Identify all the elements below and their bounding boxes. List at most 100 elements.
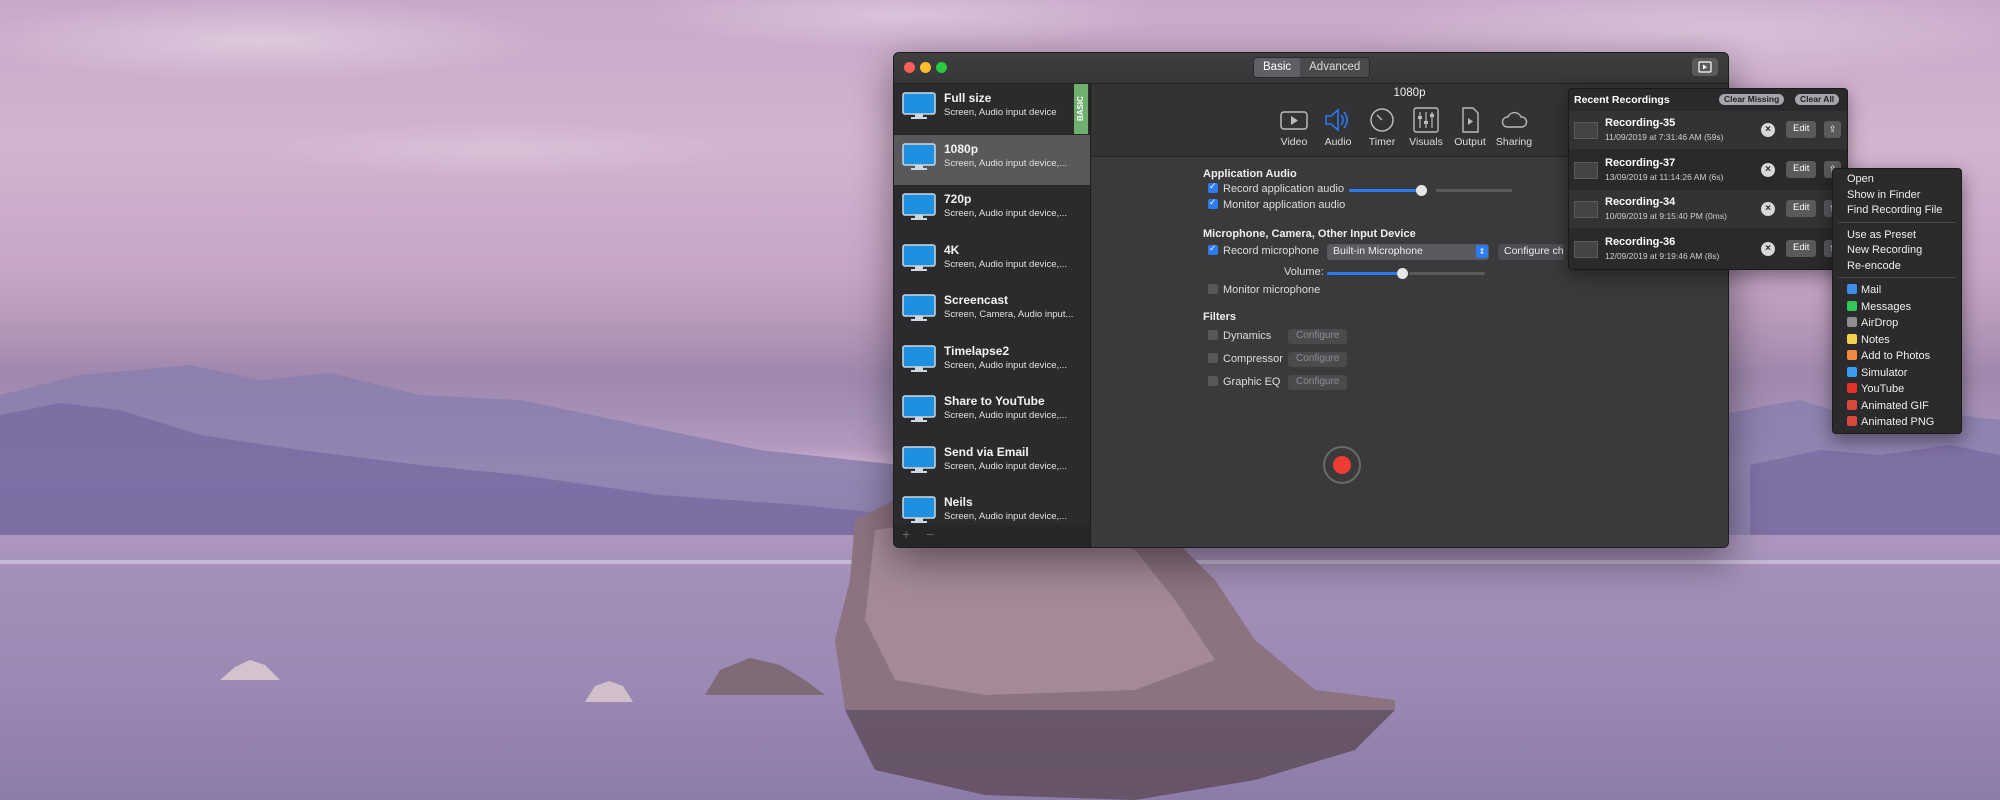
sliders-icon — [1413, 107, 1439, 133]
recent-recordings-popover: Recent Recordings Clear Missing Clear Al… — [1568, 88, 1848, 270]
tab-visuals[interactable]: Visuals — [1404, 107, 1448, 148]
edit-recording-button[interactable]: Edit — [1786, 160, 1817, 178]
configure-graphic-eq-button[interactable]: Configure — [1288, 375, 1348, 390]
preset-title: 4K — [944, 242, 960, 257]
monitor-app-audio-label: Monitor application audio — [1223, 199, 1346, 211]
share-icon[interactable]: ⇪ — [1824, 121, 1841, 138]
context-menu-label: Open — [1847, 173, 1874, 185]
sidebar-footer: + − — [894, 525, 1090, 547]
recording-date: 12/09/2019 at 9:19:46 AM (8s) — [1605, 250, 1720, 261]
tab-timer[interactable]: Timer — [1360, 107, 1404, 148]
record-button[interactable] — [1323, 446, 1361, 484]
context-menu-item[interactable]: Open — [1847, 173, 1874, 185]
segment-advanced[interactable]: Advanced — [1300, 58, 1370, 77]
tab-timer-label: Timer — [1368, 136, 1396, 148]
context-menu-item[interactable]: New Recording — [1847, 244, 1922, 256]
play-window-icon — [1698, 61, 1712, 73]
monitor-microphone-checkbox[interactable]: Monitor microphone — [1208, 284, 1320, 296]
configure-dynamics-button[interactable]: Configure — [1288, 329, 1348, 344]
recent-recording-item[interactable]: Recording-36 12/09/2019 at 9:19:46 AM (8s… — [1569, 230, 1847, 268]
app-audio-level-slider[interactable] — [1349, 185, 1427, 196]
context-menu-label: Show in Finder — [1847, 188, 1921, 201]
preset-item[interactable]: Screencast Screen, Camera, Audio input... — [894, 286, 1090, 336]
recent-recording-item[interactable]: Recording-35 11/09/2019 at 7:31:46 AM (59… — [1569, 111, 1847, 149]
edit-recording-button[interactable]: Edit — [1786, 121, 1817, 138]
recent-recording-item[interactable]: Recording-34 10/09/2019 at 9:15:40 PM (0m… — [1569, 190, 1847, 228]
microphone-device-select[interactable]: Built-in Microphone ⇕ — [1327, 244, 1489, 260]
add-preset-button[interactable]: + — [902, 526, 910, 542]
preset-item[interactable]: Timelapse2 Screen, Audio input device,... — [894, 337, 1090, 387]
context-menu-item[interactable]: Notes — [1847, 333, 1890, 346]
context-menu-item[interactable]: Simulator — [1847, 366, 1908, 379]
context-menu-item[interactable]: Messages — [1847, 300, 1912, 313]
tab-output[interactable]: Output — [1448, 107, 1492, 148]
share-service-icon — [1847, 366, 1857, 377]
preset-item[interactable]: Send via Email Screen, Audio input device… — [894, 438, 1090, 488]
context-menu-item[interactable]: Re-encode — [1847, 260, 1901, 272]
slider-knob[interactable] — [1416, 185, 1427, 196]
configure-compressor-button[interactable]: Configure — [1288, 352, 1348, 367]
delete-recording-icon[interactable]: × — [1761, 202, 1775, 216]
close-button[interactable] — [904, 62, 915, 73]
context-menu-label: Animated PNG — [1861, 416, 1935, 428]
context-menu-item[interactable]: Show in Finder — [1847, 189, 1920, 201]
recent-recording-item[interactable]: Recording-37 13/09/2019 at 11:14:26 AM (6… — [1569, 151, 1847, 189]
tab-sharing[interactable]: Sharing — [1492, 107, 1536, 148]
context-menu-label: Use as Preset — [1847, 228, 1917, 241]
filter-graphic-eq-label: Graphic EQ — [1223, 376, 1281, 388]
basic-tag: BASIC — [1074, 84, 1088, 134]
edit-recording-button[interactable]: Edit — [1786, 200, 1817, 217]
context-menu-item[interactable]: Animated GIF — [1847, 399, 1929, 412]
context-menu-label: Messages — [1861, 300, 1912, 313]
share-service-icon — [1847, 350, 1857, 360]
preset-item[interactable]: Full size Screen, Audio input device BASIC — [894, 84, 1090, 134]
context-menu-item[interactable]: Add to Photos — [1847, 350, 1930, 362]
clear-all-button[interactable]: Clear All — [1795, 94, 1840, 105]
preset-item[interactable]: 1080p Screen, Audio input device,... — [894, 134, 1090, 185]
filter-dynamics-label: Dynamics — [1223, 330, 1272, 342]
preset-item[interactable]: Share to YouTube Screen, Audio input devi… — [894, 387, 1090, 437]
tab-video[interactable]: Video — [1272, 107, 1316, 148]
context-menu-item[interactable]: YouTube — [1847, 383, 1904, 395]
share-service-icon — [1847, 284, 1857, 294]
filter-compressor-checkbox[interactable]: Compressor — [1208, 353, 1283, 365]
record-microphone-checkbox[interactable]: Record microphone — [1208, 243, 1319, 257]
recording-context-menu: Open Show in Finder Find Recording File Use… — [1832, 168, 1962, 434]
remove-preset-button[interactable]: − — [926, 526, 934, 542]
segment-basic[interactable]: Basic — [1254, 58, 1301, 77]
context-menu-item[interactable]: Find Recording File — [1847, 204, 1942, 216]
preset-title: Screencast — [944, 293, 1009, 307]
context-menu-item[interactable]: Mail — [1847, 284, 1881, 296]
tab-audio[interactable]: Audio — [1316, 107, 1360, 148]
preset-item[interactable]: 720p Screen, Audio input device,... — [894, 185, 1090, 235]
configure-channels-button[interactable]: Configure ch — [1498, 244, 1564, 260]
monitor-icon — [902, 496, 936, 523]
minimize-button[interactable] — [920, 62, 931, 73]
record-app-audio-checkbox[interactable]: Record application audio — [1208, 181, 1345, 195]
checkbox-icon — [1208, 284, 1218, 294]
context-menu-item[interactable]: AirDrop — [1847, 317, 1898, 329]
preset-title: 720p — [944, 192, 972, 206]
recording-name: Recording-35 — [1605, 117, 1676, 129]
delete-recording-icon[interactable]: × — [1761, 241, 1775, 256]
context-menu-label: Simulator — [1861, 366, 1908, 379]
context-menu-item[interactable]: Use as Preset — [1847, 229, 1916, 241]
slider-knob[interactable] — [1397, 268, 1408, 279]
context-menu-item[interactable]: Animated PNG — [1847, 416, 1934, 428]
zoom-button[interactable] — [936, 62, 947, 73]
configure-channels-label: Configure ch — [1504, 245, 1564, 257]
recordings-list-button[interactable] — [1692, 58, 1718, 76]
recording-thumbnail — [1574, 122, 1598, 139]
delete-recording-icon[interactable]: × — [1761, 162, 1775, 177]
microphone-volume-slider[interactable] — [1327, 268, 1408, 279]
monitor-app-audio-checkbox[interactable]: Monitor application audio — [1208, 197, 1346, 211]
preset-item[interactable]: 4K Screen, Audio input device,... — [894, 236, 1090, 286]
clear-missing-button[interactable]: Clear Missing — [1719, 94, 1785, 105]
edit-recording-button[interactable]: Edit — [1786, 239, 1817, 257]
filter-dynamics-checkbox[interactable]: Dynamics — [1208, 330, 1271, 342]
delete-recording-icon[interactable]: × — [1761, 123, 1775, 137]
filter-graphic-eq-checkbox[interactable]: Graphic EQ — [1208, 376, 1280, 388]
speaker-icon — [1325, 108, 1348, 132]
recording-name: Recording-37 — [1605, 156, 1676, 169]
record-app-audio-label: Record application audio — [1223, 183, 1345, 195]
